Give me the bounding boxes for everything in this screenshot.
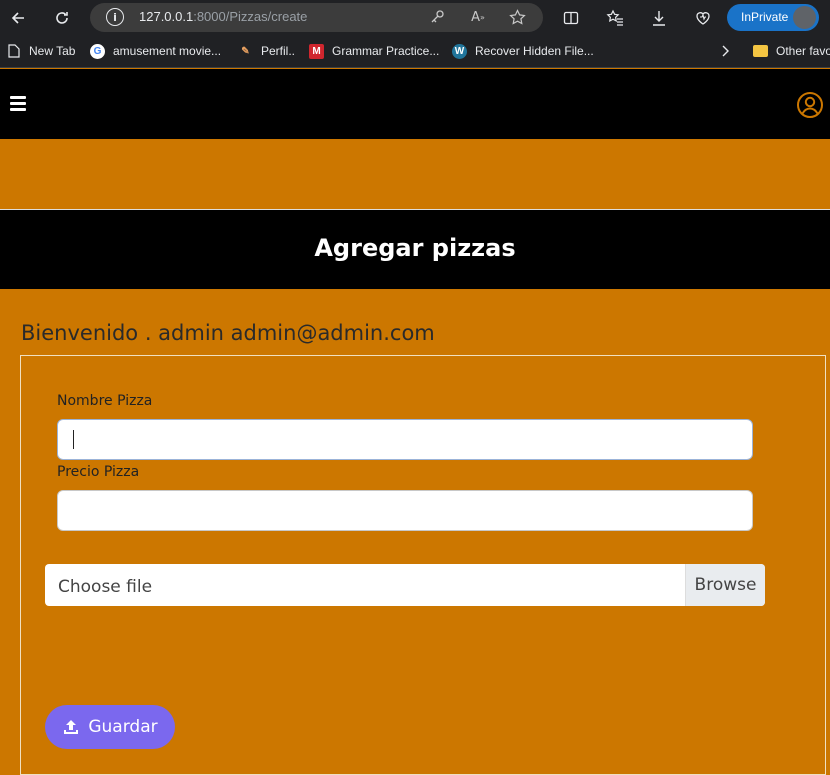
user-account-icon[interactable]	[796, 91, 824, 119]
page-title: Agregar pizzas	[314, 234, 516, 262]
bookmark-recover[interactable]: W Recover Hidden File...	[452, 42, 594, 60]
inprivate-button[interactable]: InPrivate	[727, 4, 819, 31]
read-aloud-icon[interactable]: A»	[469, 8, 487, 26]
browser-essentials-icon[interactable]	[691, 6, 715, 30]
browser-toolbar: i 127.0.0.1:8000/Pizzas/create A» InPriv…	[0, 0, 830, 35]
address-bar[interactable]: i 127.0.0.1:8000/Pizzas/create A»	[90, 3, 543, 32]
favorites-icon[interactable]	[603, 6, 627, 30]
m-icon: M	[309, 43, 324, 59]
orange-band	[0, 139, 830, 209]
save-button[interactable]: Guardar	[45, 705, 175, 749]
key-icon[interactable]	[428, 8, 446, 26]
pizza-price-input[interactable]	[57, 490, 753, 531]
bookmarks-bar: New Tab G amusement movie... ✎ Perfil.. …	[0, 35, 830, 68]
name-label: Nombre Pizza	[57, 393, 153, 409]
download-icon[interactable]	[647, 6, 671, 30]
page-icon	[6, 44, 21, 59]
pizza-name-input[interactable]	[57, 419, 753, 460]
brush-icon: ✎	[241, 45, 250, 57]
refresh-icon[interactable]	[48, 4, 76, 32]
file-placeholder: Choose file	[58, 577, 153, 597]
bookmark-amusement[interactable]: G amusement movie...	[90, 42, 221, 60]
url-text[interactable]: 127.0.0.1:8000/Pizzas/create	[139, 9, 307, 24]
bookmark-new-tab[interactable]: New Tab	[6, 42, 75, 60]
upload-icon	[64, 720, 79, 734]
google-icon: G	[90, 43, 105, 59]
other-favorites[interactable]: Other favo	[753, 42, 830, 60]
hamburger-menu-icon[interactable]	[10, 96, 26, 111]
split-screen-icon[interactable]	[559, 6, 583, 30]
price-label: Precio Pizza	[57, 464, 140, 480]
browse-button[interactable]: Browse	[685, 564, 765, 606]
inprivate-label: InPrivate	[741, 10, 789, 24]
file-input[interactable]: Choose file Browse	[45, 564, 765, 606]
site-info-icon[interactable]: i	[106, 8, 124, 26]
favorite-star-icon[interactable]	[508, 8, 526, 26]
profile-avatar-icon	[793, 6, 816, 29]
chevron-right-icon[interactable]	[720, 42, 730, 60]
page-header: Agregar pizzas	[0, 209, 830, 289]
back-icon[interactable]	[4, 4, 32, 32]
text-caret	[73, 430, 74, 449]
welcome-message: Bienvenido . admin admin@admin.com	[21, 321, 435, 345]
site-navbar	[0, 69, 830, 139]
wordpress-icon: W	[452, 43, 467, 59]
bookmark-perfil[interactable]: ✎ Perfil..	[238, 42, 295, 60]
save-label: Guardar	[88, 717, 158, 737]
folder-icon	[753, 45, 768, 57]
bookmark-grammar[interactable]: M Grammar Practice...	[309, 42, 439, 60]
